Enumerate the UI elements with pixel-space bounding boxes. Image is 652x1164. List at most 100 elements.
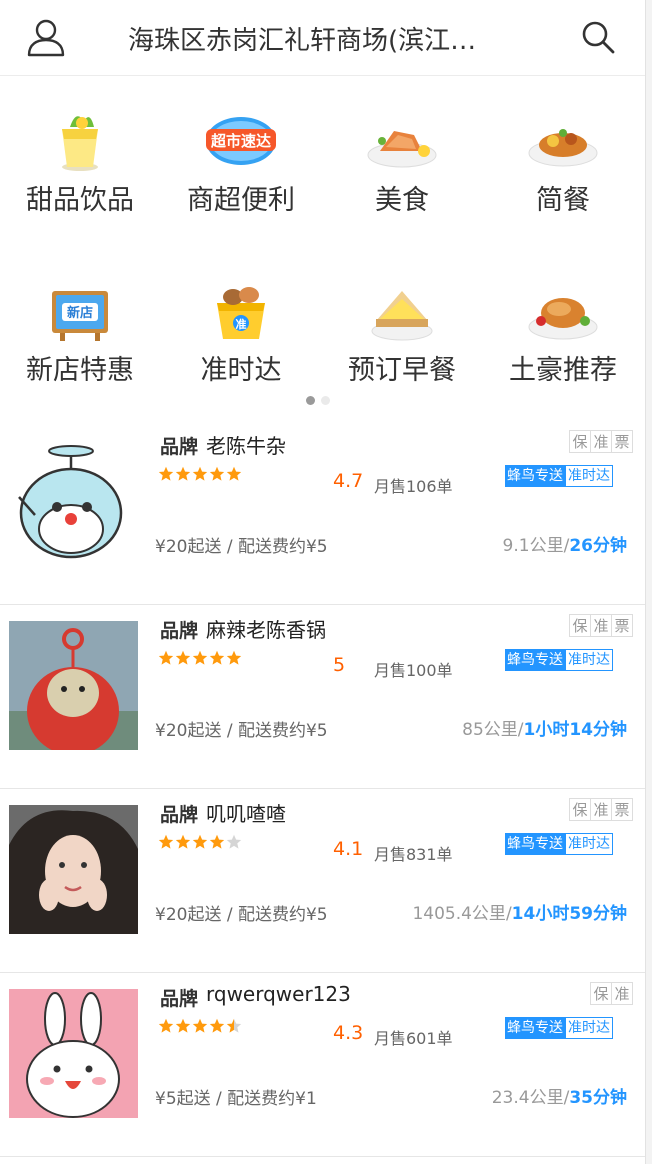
star-full-icon	[175, 834, 191, 849]
star-empty-icon	[226, 834, 242, 849]
star-full-icon	[158, 1018, 174, 1033]
guarantee-badges: 保准票	[569, 430, 633, 453]
category-simple-meal[interactable]: 简餐	[483, 77, 643, 216]
star-rating	[158, 1018, 243, 1034]
star-rating	[158, 834, 243, 850]
category-dessert-drinks[interactable]: 甜品饮品	[0, 77, 160, 216]
star-full-icon	[158, 650, 174, 665]
shop-name: rqwerqwer123	[206, 982, 351, 1006]
rating-value: 5	[333, 654, 346, 676]
category-breakfast[interactable]: 预订早餐	[322, 247, 482, 386]
brand-tag: 品牌	[158, 800, 201, 827]
star-full-icon	[158, 834, 174, 849]
star-full-icon	[209, 834, 225, 849]
star-full-icon	[175, 650, 191, 665]
shop-item[interactable]: 品牌 rqwerqwer123 保准 4.3 月售601单 蜂鸟专送 准时达 ¥5…	[0, 974, 645, 1157]
monthly-sales: 月售100单	[374, 661, 453, 680]
distance-time: 9.1公里/26分钟	[502, 536, 627, 556]
shop-item[interactable]: 品牌 叽叽喳喳 保准票 4.1 月售831单 蜂鸟专送 准时达 ¥20起送 / 配…	[0, 790, 645, 973]
min-order-fee: ¥20起送 / 配送费约¥5	[155, 537, 328, 557]
category-new-store[interactable]: 新店 新店特惠	[0, 247, 160, 386]
star-full-icon	[192, 466, 208, 481]
shop-thumbnail	[9, 805, 138, 934]
shop-thumbnail	[9, 989, 138, 1118]
star-full-icon	[209, 1018, 225, 1033]
location-title[interactable]: 海珠区赤岗汇礼轩商场(滨江…	[128, 20, 508, 57]
guarantee-badge: 准	[590, 430, 612, 453]
category-label: 简餐	[536, 185, 590, 216]
guarantee-badges: 保准	[590, 982, 633, 1005]
delivery-tags: 蜂鸟专送 准时达	[505, 649, 613, 671]
distance-time: 1405.4公里/14小时59分钟	[412, 904, 627, 924]
delivery-time: 26分钟	[569, 536, 627, 556]
guarantee-badge: 保	[569, 614, 591, 637]
pager-dot-active[interactable]	[306, 396, 315, 405]
guarantee-badge: 保	[569, 430, 591, 453]
search-icon[interactable]	[580, 19, 616, 55]
category-label: 预订早餐	[348, 355, 456, 386]
guarantee-badge: 票	[611, 430, 633, 453]
delivery-tags: 蜂鸟专送 准时达	[505, 465, 613, 487]
category-label: 美食	[375, 185, 429, 216]
star-half-icon	[226, 1018, 242, 1033]
distance: 23.4公里	[491, 1088, 564, 1108]
star-full-icon	[192, 834, 208, 849]
min-order-fee: ¥5起送 / 配送费约¥1	[155, 1089, 317, 1109]
star-full-icon	[209, 466, 225, 481]
star-full-icon	[175, 466, 191, 481]
pager-dot[interactable]	[321, 396, 330, 405]
guarantee-badge: 准	[590, 614, 612, 637]
supermarket-icon-text: 超市速达	[210, 132, 271, 150]
guarantee-badge: 保	[569, 798, 591, 821]
fengniao-delivery-tag: 蜂鸟专送	[505, 649, 565, 671]
fengniao-delivery-tag: 蜂鸟专送	[505, 833, 565, 855]
shop-item[interactable]: 品牌 老陈牛杂 保准票 4.7 月售106单 蜂鸟专送 准时达 ¥20起送 / 配…	[0, 422, 645, 605]
distance-time: 23.4公里/35分钟	[491, 1088, 627, 1108]
food-plate-icon	[364, 107, 440, 173]
distance-time: 85公里/1小时14分钟	[462, 720, 627, 740]
shop-thumbnail	[9, 437, 138, 566]
star-full-icon	[209, 650, 225, 665]
simple-meal-icon	[525, 107, 601, 173]
category-rich-recommend[interactable]: 土豪推荐	[483, 247, 643, 386]
on-time-tag: 准时达	[565, 465, 613, 487]
carousel-pager	[306, 390, 336, 409]
top-header: 海珠区赤岗汇礼轩商场(滨江…	[0, 0, 645, 76]
monthly-sales: 月售601单	[374, 1029, 453, 1048]
star-full-icon	[158, 466, 174, 481]
star-full-icon	[192, 650, 208, 665]
star-full-icon	[192, 1018, 208, 1033]
category-supermarket[interactable]: 超市速达 商超便利	[161, 77, 321, 216]
on-time-tag: 准时达	[565, 649, 613, 671]
star-full-icon	[226, 466, 242, 481]
shop-thumbnail	[9, 621, 138, 750]
user-icon[interactable]	[26, 17, 66, 57]
star-rating	[158, 466, 243, 482]
distance: 9.1公里	[502, 536, 564, 556]
on-time-tag: 准时达	[565, 1017, 613, 1039]
guarantee-badge: 票	[611, 614, 633, 637]
category-food[interactable]: 美食	[322, 77, 482, 216]
rating-value: 4.1	[333, 838, 364, 860]
category-on-time[interactable]: 准 准时达	[161, 247, 321, 386]
shop-item[interactable]: 品牌 麻辣老陈香锅 保准票 5 月售100单 蜂鸟专送 准时达 ¥20起送 / 配…	[0, 606, 645, 789]
delivery-time: 14小时59分钟	[511, 904, 627, 924]
guarantee-badges: 保准票	[569, 614, 633, 637]
fengniao-delivery-tag: 蜂鸟专送	[505, 1017, 565, 1039]
dessert-drink-icon	[42, 107, 118, 173]
new-store-icon: 新店	[42, 277, 118, 343]
min-order-fee: ¥20起送 / 配送费约¥5	[155, 905, 328, 925]
delivery-time: 35分钟	[569, 1088, 627, 1108]
guarantee-badge: 准	[611, 982, 633, 1005]
rating-value: 4.7	[333, 470, 364, 492]
guarantee-badge: 保	[590, 982, 612, 1005]
star-full-icon	[175, 1018, 191, 1033]
shop-name: 老陈牛杂	[206, 434, 286, 458]
breakfast-sandwich-icon	[364, 277, 440, 343]
category-label: 商超便利	[187, 185, 295, 216]
distance: 85公里	[462, 720, 518, 740]
delivery-tags: 蜂鸟专送 准时达	[505, 833, 613, 855]
monthly-sales: 月售831单	[374, 845, 453, 864]
category-label: 新店特惠	[26, 355, 134, 386]
on-time-icon: 准	[203, 277, 279, 343]
